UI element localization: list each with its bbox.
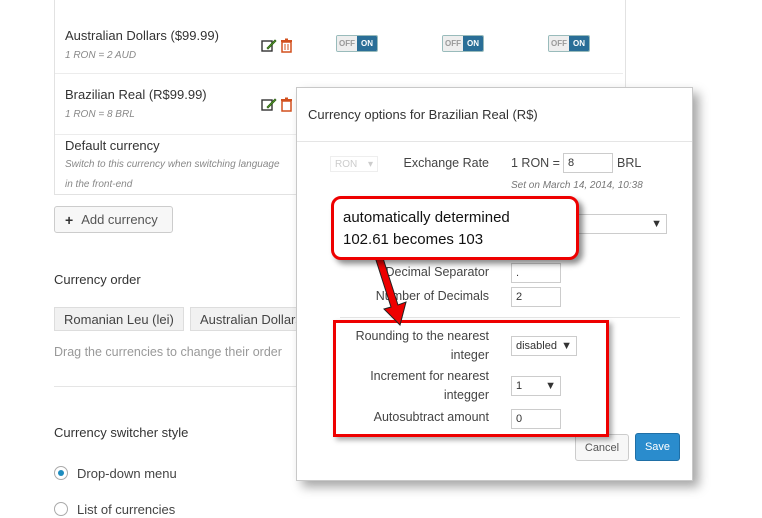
radio-label: Drop-down menu bbox=[77, 466, 177, 481]
edit-icon[interactable] bbox=[261, 97, 277, 117]
exchange-rate-prefix: 1 RON = bbox=[511, 156, 560, 170]
radio-dropdown-menu[interactable] bbox=[54, 466, 68, 480]
chevron-down-icon: ▼ bbox=[651, 218, 662, 230]
currency-rate: 1 RON = 2 AUD bbox=[65, 50, 137, 61]
callout-arrow bbox=[371, 255, 407, 326]
default-currency-hint: Switch to this currency when switching l… bbox=[65, 159, 280, 170]
row-divider bbox=[55, 73, 623, 74]
plus-icon: + bbox=[65, 211, 74, 228]
save-button[interactable]: Save bbox=[635, 433, 680, 461]
currency-name: Brazilian Real (R$99.99) bbox=[65, 87, 207, 102]
toggle-off-label: OFF bbox=[549, 36, 569, 51]
radio-label: List of currencies bbox=[77, 502, 176, 517]
toggle-off-label: OFF bbox=[443, 36, 463, 51]
language-toggle[interactable]: OFF ON bbox=[548, 35, 590, 52]
currency-order-title: Currency order bbox=[54, 272, 141, 287]
callout-text: automatically determined bbox=[343, 209, 510, 226]
radio-selected-dot bbox=[58, 470, 64, 476]
edit-icon[interactable] bbox=[261, 38, 277, 58]
dialog-title: Currency options for Brazilian Real (R$) bbox=[308, 107, 538, 122]
annotation-callout: automatically determined 102.61 becomes … bbox=[331, 196, 579, 260]
radio-list-of-currencies[interactable] bbox=[54, 502, 68, 516]
default-currency-label: Default currency bbox=[65, 138, 160, 153]
exchange-rate-date: Set on March 14, 2014, 10:38 bbox=[511, 180, 643, 191]
currency-order-item[interactable]: Australian Dollars ($) bbox=[190, 307, 310, 331]
section-divider bbox=[54, 386, 296, 387]
cancel-button[interactable]: Cancel bbox=[575, 434, 629, 461]
toggle-on-label: ON bbox=[569, 36, 589, 51]
currency-order-item[interactable]: Romanian Leu (lei) bbox=[54, 307, 184, 331]
default-currency-hint: in the front-end bbox=[65, 179, 133, 190]
toggle-off-label: OFF bbox=[337, 36, 357, 51]
delete-icon[interactable] bbox=[280, 38, 293, 58]
exchange-rate-label: Exchange Rate bbox=[403, 156, 489, 170]
add-currency-label: Add currency bbox=[81, 212, 158, 227]
highlight-box bbox=[333, 320, 609, 437]
exchange-rate-input[interactable]: 8 bbox=[563, 153, 613, 173]
currency-name: Australian Dollars ($99.99) bbox=[65, 28, 219, 43]
delete-icon[interactable] bbox=[280, 97, 293, 117]
currency-order-hint: Drag the currencies to change their orde… bbox=[54, 345, 282, 359]
decimal-separator-input[interactable]: . bbox=[511, 263, 561, 283]
language-toggle[interactable]: OFF ON bbox=[442, 35, 484, 52]
number-of-decimals-input[interactable]: 2 bbox=[511, 287, 561, 307]
callout-text: 102.61 becomes 103 bbox=[343, 231, 484, 248]
add-currency-button[interactable]: + Add currency bbox=[54, 206, 173, 233]
switcher-style-title: Currency switcher style bbox=[54, 425, 189, 440]
dialog-divider bbox=[297, 141, 692, 142]
select-value: RON bbox=[335, 158, 358, 170]
exchange-rate-suffix: BRL bbox=[617, 156, 642, 170]
toggle-on-label: ON bbox=[463, 36, 483, 51]
toggle-on-label: ON bbox=[357, 36, 377, 51]
currency-rate: 1 RON = 8 BRL bbox=[65, 109, 135, 120]
language-toggle[interactable]: OFF ON bbox=[336, 35, 378, 52]
